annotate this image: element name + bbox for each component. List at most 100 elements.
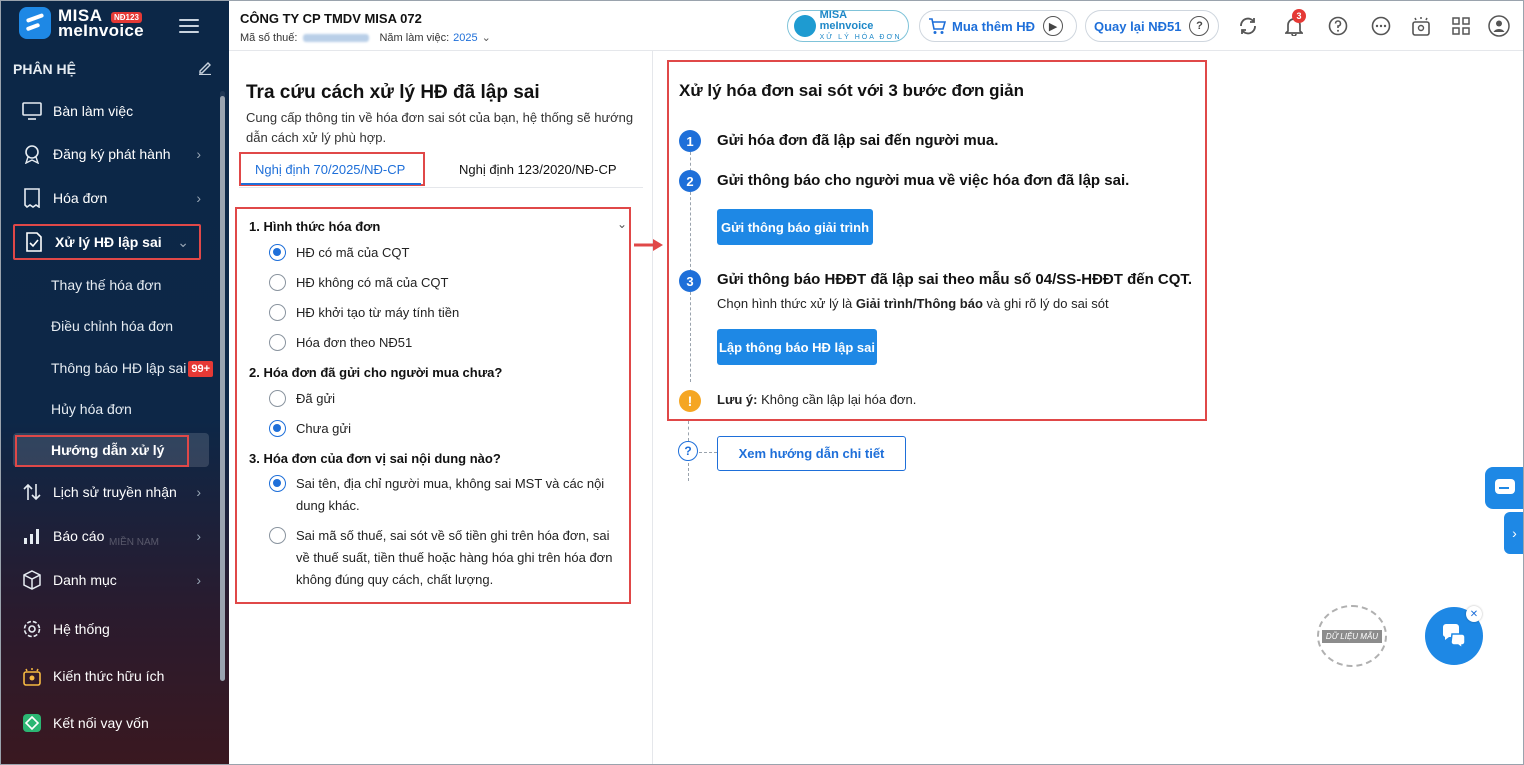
brand-badge: NĐ123: [111, 12, 142, 23]
result-steps-panel: Xử lý hóa đơn sai sót với 3 bước đơn giả…: [667, 60, 1207, 421]
warning-icon: !: [679, 390, 701, 412]
radio-button-selected[interactable]: [269, 244, 286, 261]
step-connector: [690, 292, 691, 382]
more-options-icon[interactable]: [1370, 15, 1392, 37]
question-icon[interactable]: [1327, 15, 1349, 37]
chat-bubble-icon: [1442, 624, 1466, 649]
expand-panel-tab[interactable]: ›: [1504, 512, 1523, 554]
feedback-tab[interactable]: [1485, 467, 1523, 509]
count-badge: 99+: [188, 361, 214, 377]
hamburger-menu-icon[interactable]: [179, 19, 199, 33]
sidebar-item-system[interactable]: Hệ thống: [13, 611, 211, 647]
radio-option-nd51[interactable]: Hóa đơn theo NĐ51: [269, 332, 626, 354]
step-subtext-suffix: và ghi rõ lý do sai sót: [982, 296, 1109, 311]
note-text: Lưu ý: Không cần lập lại hóa đơn.: [717, 392, 916, 407]
sidebar-item-history[interactable]: Lịch sử truyền nhận ›: [13, 474, 211, 510]
chevron-down-icon[interactable]: ⌄: [617, 217, 627, 231]
refresh-icon[interactable]: [1237, 15, 1259, 37]
working-year-select[interactable]: 2025: [453, 32, 477, 44]
step-number: 2: [679, 170, 701, 192]
radio-option-sent[interactable]: Đã gửi: [269, 388, 626, 410]
radio-label: Sai mã số thuế, sai sót về số tiền ghi t…: [296, 528, 613, 587]
sidebar: MISA meInvoice NĐ123 PHÂN HỆ Bàn làm việ…: [1, 1, 229, 764]
user-avatar-icon[interactable]: [1488, 15, 1510, 37]
guide-connector: [688, 421, 689, 441]
misa-meinvoice-pill[interactable]: MISA meInvoice XỬ LÝ HÓA ĐƠN: [787, 8, 909, 42]
chevron-right-icon: ›: [196, 484, 201, 500]
send-explanation-button[interactable]: Gửi thông báo giải trình: [717, 209, 873, 245]
buy-more-button[interactable]: Mua thêm HĐ ▶: [919, 10, 1077, 42]
create-wrong-invoice-notice-button[interactable]: Lập thông báo HĐ lập sai: [717, 329, 877, 365]
question-title: 3. Hóa đơn của đơn vị sai nội dung nào?: [249, 451, 501, 466]
invoice-icon: [21, 187, 43, 209]
tab-divider: [239, 187, 643, 188]
guide-connector: [699, 452, 717, 453]
register-icon: [21, 143, 43, 165]
settings-icon: [21, 618, 43, 640]
sidebar-item-dashboard[interactable]: Bàn làm việc: [13, 93, 211, 129]
view-detailed-guide-button[interactable]: Xem hướng dẫn chi tiết: [717, 436, 906, 471]
company-name[interactable]: CÔNG TY CP TMDV MISA 072: [240, 11, 422, 26]
message-icon: [1495, 479, 1515, 494]
page-description: Cung cấp thông tin về hóa đơn sai sót củ…: [246, 110, 634, 145]
play-icon[interactable]: ▶: [1043, 16, 1064, 36]
radio-button[interactable]: [269, 390, 286, 407]
app-logo[interactable]: MISA meInvoice NĐ123: [19, 7, 144, 39]
tab-decree-123-2020[interactable]: Nghị định 123/2020/NĐ-CP: [459, 162, 617, 177]
radio-label: HĐ không có mã của CQT: [296, 275, 449, 290]
step-number: 3: [679, 270, 701, 292]
radio-button[interactable]: [269, 274, 286, 291]
chevron-right-icon: ›: [196, 190, 201, 206]
idea-icon[interactable]: [1410, 15, 1432, 37]
sidebar-subitem-replace[interactable]: Thay thế hóa đơn: [51, 277, 161, 293]
knowledge-icon: [21, 665, 43, 687]
help-icon[interactable]: ?: [1189, 16, 1210, 36]
radio-option-not-sent[interactable]: Chưa gửi: [269, 418, 626, 440]
sidebar-item-fix-invoice[interactable]: Xử lý HĐ lập sai ⌄: [13, 224, 201, 260]
misa-logo-icon: [19, 7, 51, 39]
sidebar-item-catalog[interactable]: Danh mục ›: [13, 562, 211, 598]
back-nd51-label: Quay lại NĐ51: [1094, 18, 1182, 34]
radio-button-selected[interactable]: [269, 420, 286, 437]
sidebar-subitem-cancel[interactable]: Hủy hóa đơn: [51, 401, 132, 417]
sidebar-item-loan[interactable]: Kết nối vay vốn: [13, 705, 211, 741]
sidebar-subitem-guide[interactable]: Hướng dẫn xử lý: [13, 433, 209, 467]
radio-button-selected[interactable]: [269, 475, 286, 492]
radio-option-wrong-name-address[interactable]: Sai tên, địa chỉ người mua, không sai MS…: [269, 473, 626, 517]
chevron-down-icon[interactable]: ⌄: [482, 31, 491, 44]
subitem-label: Điều chỉnh hóa đơn: [51, 318, 174, 334]
tab-decree-70-2025[interactable]: Nghị định 70/2025/NĐ-CP: [255, 162, 405, 177]
back-nd51-button[interactable]: Quay lại NĐ51 ?: [1085, 10, 1219, 42]
radio-label: Chưa gửi: [296, 421, 351, 436]
radio-option-no-cqt-code[interactable]: HĐ không có mã của CQT: [269, 272, 626, 294]
working-year-label: Năm làm việc:: [379, 31, 450, 44]
help-circle-icon: ?: [678, 441, 698, 461]
radio-label: HĐ có mã của CQT: [296, 245, 410, 260]
apps-grid-icon[interactable]: [1450, 15, 1472, 37]
radio-option-cash-register[interactable]: HĐ khởi tạo từ máy tính tiền: [269, 302, 626, 324]
close-icon[interactable]: ✕: [1466, 606, 1482, 622]
sidebar-scrollbar[interactable]: [220, 96, 225, 681]
chevron-down-icon: ⌄: [177, 233, 189, 250]
radio-option-wrong-tax-amount[interactable]: Sai mã số thuế, sai sót về số tiền ghi t…: [269, 525, 626, 591]
radio-button[interactable]: [269, 334, 286, 351]
app-window: MISA meInvoice NĐ123 PHÂN HỆ Bàn làm việ…: [0, 0, 1524, 765]
radio-option-has-cqt-code[interactable]: HĐ có mã của CQT: [269, 242, 626, 264]
sidebar-item-label: Lịch sử truyền nhận: [53, 484, 177, 500]
radio-button[interactable]: [269, 527, 286, 544]
sidebar-subitem-adjust[interactable]: Điều chỉnh hóa đơn: [51, 318, 173, 334]
sidebar-item-label: Hệ thống: [53, 621, 110, 637]
sidebar-item-knowledge[interactable]: Kiến thức hữu ích: [13, 658, 211, 694]
report-icon: [21, 525, 43, 547]
active-tab-indicator: [241, 183, 421, 185]
sidebar-item-invoice[interactable]: Hóa đơn ›: [13, 180, 211, 216]
transfer-icon: [21, 481, 43, 503]
sidebar-item-label: Báo cáo: [53, 528, 105, 544]
edit-icon[interactable]: [197, 59, 213, 75]
sidebar-subitem-notice[interactable]: Thông báo HĐ lập sai 99+: [51, 360, 214, 377]
radio-button[interactable]: [269, 304, 286, 321]
sidebar-item-report[interactable]: Báo cáo ›: [13, 518, 211, 554]
pill-logo-line1: MISA meInvoice: [819, 8, 874, 32]
sidebar-item-register[interactable]: Đăng ký phát hành ›: [13, 136, 211, 172]
tax-code-label: Mã số thuế:: [240, 31, 298, 44]
